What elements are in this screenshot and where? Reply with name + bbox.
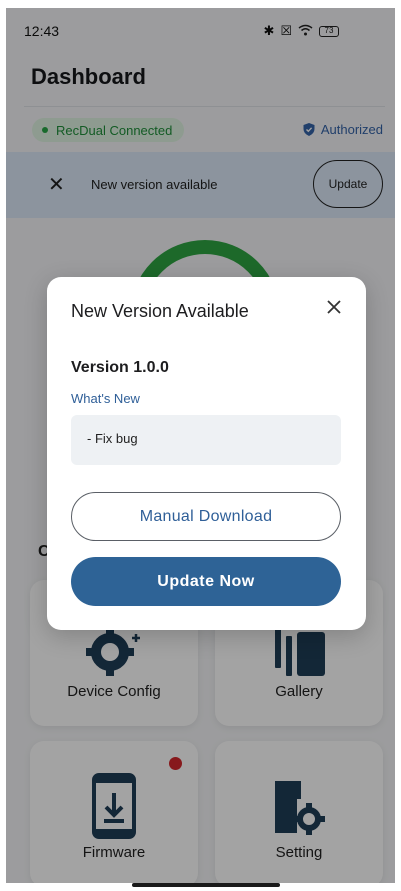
update-dialog: New Version Available Version 1.0.0 What…: [47, 277, 366, 630]
whats-new-heading: What's New: [71, 391, 140, 406]
release-notes: - Fix bug: [71, 415, 341, 465]
dialog-title: New Version Available: [71, 301, 249, 321]
home-indicator[interactable]: [132, 883, 280, 887]
close-icon[interactable]: [324, 297, 344, 317]
update-now-button[interactable]: Update Now: [71, 557, 341, 606]
version-label: Version 1.0.0: [71, 359, 169, 376]
manual-download-button[interactable]: Manual Download: [71, 492, 341, 541]
